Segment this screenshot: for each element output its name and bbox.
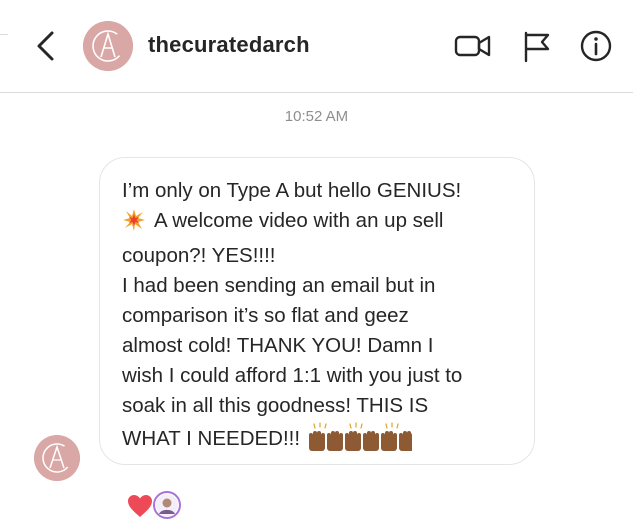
report-button[interactable] (517, 28, 557, 64)
divider (0, 34, 8, 35)
back-button[interactable] (32, 28, 60, 64)
sender-avatar[interactable] (34, 435, 80, 481)
raising-hands-emoji-icon (306, 421, 416, 460)
video-camera-icon (454, 35, 491, 57)
flag-icon (524, 31, 550, 63)
user-avatar-icon (156, 494, 178, 516)
message-line: I’m only on Type A but hello GENIUS! (122, 179, 462, 202)
message-line: almost cold! THANK YOU! Damn I (122, 334, 434, 357)
message-line: coupon?! YES!!!! (122, 244, 276, 267)
message-line: A welcome video with an up sell (154, 209, 444, 232)
message-line-with-emoji: WHAT I NEEDED!!! (122, 421, 512, 460)
info-icon (580, 30, 612, 62)
message-line: WHAT I NEEDED!!! (122, 427, 301, 450)
monogram-logo-icon (34, 435, 80, 481)
heart-reaction-icon[interactable] (126, 493, 154, 519)
collision-emoji-icon (122, 208, 146, 241)
back-icon (37, 31, 54, 61)
video-call-button[interactable] (453, 28, 493, 64)
conversation-info-button[interactable] (576, 28, 616, 64)
reactor-avatar[interactable] (153, 491, 181, 519)
message-line: I had been sending an email but in (122, 274, 436, 297)
profile-avatar[interactable] (83, 21, 133, 71)
message-timestamp: 10:52 AM (284, 108, 349, 125)
monogram-logo-icon (83, 21, 133, 71)
chat-username[interactable]: thecuratedarch (148, 32, 310, 58)
message-bubble[interactable]: I’m only on Type A but hello GENIUS! A w… (99, 157, 535, 465)
message-line: soak in all this goodness! THIS IS (122, 394, 429, 417)
message-line-with-emoji: A welcome video with an up sell (122, 206, 512, 241)
conversation-header: thecuratedarch (0, 0, 633, 93)
message-line: comparison it’s so flat and geez (122, 304, 409, 327)
message-line: wish I could afford 1:1 with you just to (122, 364, 463, 387)
